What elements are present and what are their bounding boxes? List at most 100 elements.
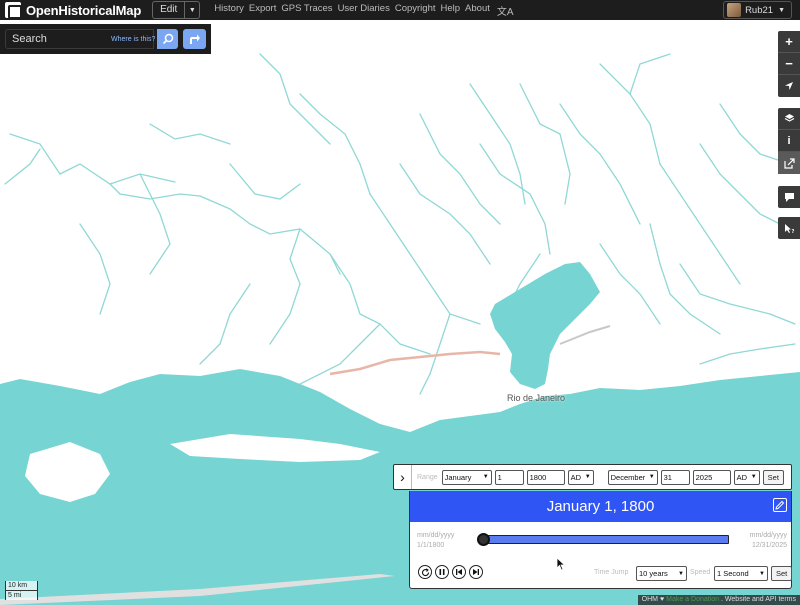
end-day-input[interactable]: 31 [660, 469, 690, 485]
comment-icon [784, 192, 794, 202]
mouse-cursor-icon [556, 557, 566, 571]
current-date: January 1, 1800 [546, 498, 655, 515]
chevron-down-icon: ▼ [759, 570, 765, 577]
nav-link-about[interactable]: About [465, 3, 490, 18]
start-month-select[interactable]: January ▼ [441, 469, 492, 485]
nav-link-gps-traces[interactable]: GPS Traces [281, 3, 332, 18]
chevron-down-icon: ▼ [648, 474, 655, 480]
start-year-input[interactable]: 1800 [526, 469, 565, 485]
time-jump-select[interactable]: 10 years ▼ [636, 566, 687, 581]
share-icon [783, 157, 795, 169]
search-button[interactable] [157, 29, 178, 49]
search-bar: Where is this? [0, 24, 211, 54]
time-slider-panel: January 1, 1800 mm/dd/yyyy 1/1/1800 mm/d… [409, 491, 793, 589]
nav-link-help[interactable]: Help [441, 3, 461, 18]
pause-icon [439, 569, 445, 575]
search-icon [162, 33, 173, 45]
user-menu[interactable]: Rub21 ▼ [723, 1, 792, 19]
brand[interactable]: OpenHistoricalMap [5, 2, 142, 19]
start-day-input[interactable]: 1 [494, 469, 524, 485]
set-range-button[interactable]: Set [762, 469, 784, 485]
speed-select[interactable]: 1 Second ▼ [714, 566, 768, 581]
ohm-logo-icon [5, 2, 22, 19]
skip-back-button[interactable] [452, 565, 466, 579]
start-month-value: January [444, 472, 472, 482]
date-slider-handle[interactable] [477, 533, 490, 546]
info-icon: i [787, 134, 791, 147]
pause-button[interactable] [435, 565, 449, 579]
username: Rub21 [745, 4, 774, 16]
nav-links: History Export GPS Traces User Diaries C… [214, 3, 513, 18]
nav-link-history[interactable]: History [214, 3, 244, 18]
donate-link[interactable]: Make a Donation [666, 595, 719, 605]
end-era-value: AD [736, 472, 748, 482]
share-button[interactable] [778, 152, 800, 174]
pencil-icon [775, 500, 785, 510]
location-arrow-icon [785, 82, 793, 90]
time-jump-value: 10 years [639, 569, 668, 578]
edit-date-button[interactable] [773, 498, 787, 512]
attribution-prefix: OHM ♥ [641, 596, 665, 603]
chevron-down-icon: ▼ [778, 6, 785, 14]
attribution: OHM ♥ Make a Donation . Website and API … [637, 595, 800, 605]
end-year-input[interactable]: 2025 [692, 469, 731, 485]
terms-link[interactable]: . Website and API terms [721, 595, 796, 605]
loop-button[interactable] [418, 565, 432, 579]
query-tools: ? [778, 217, 800, 239]
city-label: Rio de Janeiro [507, 393, 566, 403]
brand-name: OpenHistoricalMap [26, 2, 142, 18]
set-speed-button[interactable]: Set [771, 566, 793, 581]
current-date-header: January 1, 1800 [410, 491, 791, 522]
skip-forward-icon [473, 569, 479, 575]
layers-icon [784, 114, 794, 122]
end-month-select[interactable]: December ▼ [607, 469, 658, 485]
where-is-this-link[interactable]: Where is this? [111, 36, 155, 43]
directions-button[interactable] [183, 29, 206, 49]
top-navbar: OpenHistoricalMap Edit ▼ History Export … [0, 0, 800, 20]
loop-icon [421, 567, 429, 576]
add-note-button[interactable] [778, 186, 800, 208]
end-date-placeholder: mm/dd/yyyy [749, 532, 787, 539]
start-era-value: AD [570, 472, 582, 482]
map-scale: 10 km 5 mi [5, 581, 38, 600]
min-date: 1/1/1800 [417, 542, 445, 549]
layers-button[interactable] [778, 108, 800, 130]
edit-dropdown-caret-icon[interactable]: ▼ [185, 1, 201, 19]
note-tools [778, 186, 800, 208]
zoom-out-button[interactable]: − [778, 53, 800, 75]
speed-value: 1 Second [717, 569, 749, 578]
nav-link-copyright[interactable]: Copyright [395, 3, 436, 18]
scale-km: 10 km [5, 581, 38, 591]
skip-back-icon [456, 569, 462, 575]
collapse-toggle-chevron-right-icon[interactable]: › [394, 465, 412, 489]
end-month-value: December [610, 472, 646, 482]
zoom-in-button[interactable]: + [778, 31, 800, 53]
nav-link-export[interactable]: Export [249, 3, 276, 18]
nav-link-user-diaries[interactable]: User Diaries [338, 3, 390, 18]
query-features-button[interactable]: ? [778, 217, 800, 239]
start-era-select[interactable]: AD ▼ [567, 469, 594, 485]
avatar [727, 3, 742, 17]
cursor-question-icon: ? [784, 223, 794, 234]
edit-button[interactable]: Edit [152, 1, 186, 19]
max-date: 12/31/2025 [751, 542, 787, 549]
end-era-select[interactable]: AD ▼ [733, 469, 760, 485]
map-tools: i [778, 108, 800, 174]
time-slider-range: › Range January ▼ 1 1800 AD ▼ December ▼ 31… [393, 464, 792, 490]
chevron-down-icon: ▼ [584, 474, 591, 480]
start-date-placeholder: mm/dd/yyyy [417, 532, 455, 539]
zoom-controls: + − [778, 31, 800, 97]
directions-icon [190, 34, 200, 44]
translate-icon[interactable]: 文A [497, 3, 514, 18]
scale-mi: 5 mi [5, 591, 38, 600]
range-label: Range [417, 473, 438, 481]
time-jump-label: Time Jump [594, 569, 629, 576]
edit-group: Edit ▼ [152, 1, 201, 19]
map-key-button[interactable]: i [778, 130, 800, 152]
speed-label: Speed [690, 569, 711, 576]
skip-forward-button[interactable] [469, 565, 483, 579]
chevron-down-icon: ▼ [678, 570, 684, 577]
chevron-down-icon: ▼ [482, 474, 489, 480]
geolocate-button[interactable] [778, 75, 800, 97]
date-slider-track[interactable] [484, 535, 729, 544]
